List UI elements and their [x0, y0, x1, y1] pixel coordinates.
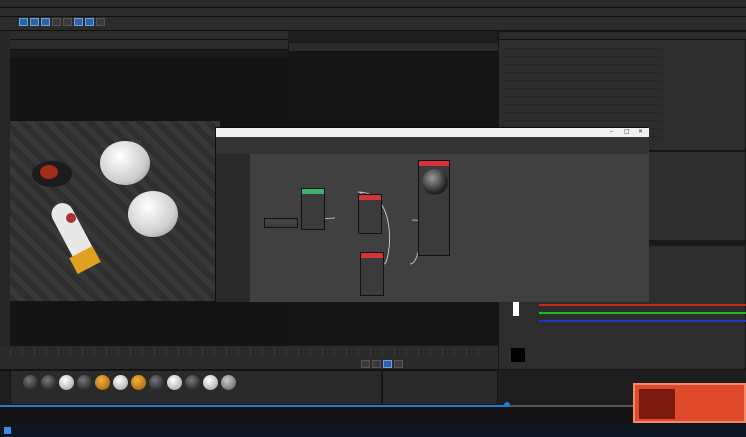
- material-node[interactable]: [418, 160, 450, 256]
- material-thumb[interactable]: [185, 375, 200, 390]
- object-row[interactable]: [505, 97, 661, 105]
- object-row[interactable]: [505, 113, 661, 121]
- rocket-window: [66, 213, 76, 223]
- left-toolbar: [0, 31, 10, 371]
- material-thumb[interactable]: [131, 375, 146, 390]
- viewer-menu[interactable]: [10, 31, 288, 40]
- color-preview: [513, 302, 519, 316]
- tool-button[interactable]: [52, 18, 61, 26]
- object-row[interactable]: [505, 65, 661, 73]
- object-row[interactable]: [505, 89, 661, 97]
- material-manager[interactable]: [10, 370, 382, 405]
- render-button[interactable]: [74, 18, 83, 26]
- object-row[interactable]: [505, 41, 661, 49]
- material-thumb[interactable]: [95, 375, 110, 390]
- node-canvas[interactable]: [250, 154, 649, 302]
- material-thumb[interactable]: [221, 375, 236, 390]
- timeline-ruler[interactable]: [10, 348, 490, 356]
- material-thumb[interactable]: [77, 375, 92, 390]
- tool-button[interactable]: [96, 18, 105, 26]
- input-node[interactable]: [264, 218, 298, 228]
- object-row[interactable]: [505, 81, 661, 89]
- minimize-icon[interactable]: –: [610, 128, 613, 135]
- windows-start-icon[interactable]: [4, 427, 11, 434]
- green-channel-slider[interactable]: [539, 312, 746, 314]
- render-image: [10, 121, 220, 301]
- white-sphere-bottom: [128, 191, 178, 237]
- tool-scale-icon[interactable]: [30, 18, 39, 26]
- tool-rotate-icon[interactable]: [41, 18, 50, 26]
- gradient-node[interactable]: [360, 252, 384, 296]
- windows-taskbar: [0, 424, 746, 437]
- blue-channel-slider[interactable]: [539, 320, 746, 322]
- menu-bar[interactable]: [0, 8, 746, 17]
- viewport-menu[interactable]: [289, 43, 499, 52]
- material-thumb[interactable]: [23, 375, 38, 390]
- red-channel-slider[interactable]: [539, 304, 746, 306]
- material-thumb[interactable]: [59, 375, 74, 390]
- object-row[interactable]: [505, 105, 661, 113]
- main-toolbar: [0, 17, 746, 31]
- close-icon[interactable]: ✕: [638, 128, 643, 135]
- render-settings-icon[interactable]: [85, 18, 94, 26]
- record-icon[interactable]: [383, 360, 392, 368]
- material-thumb[interactable]: [203, 375, 218, 390]
- viewer-status-line: [10, 50, 288, 58]
- object-row[interactable]: [505, 49, 661, 57]
- node-list[interactable]: [216, 154, 250, 302]
- material-thumb[interactable]: [113, 375, 128, 390]
- maximize-icon[interactable]: □: [624, 128, 630, 135]
- badge-thumbnail: [639, 389, 675, 419]
- object-row[interactable]: [505, 73, 661, 81]
- node-editor-window[interactable]: – □ ✕: [215, 127, 649, 302]
- node-editor-toolbar: [216, 137, 649, 154]
- mix-node[interactable]: [358, 194, 382, 234]
- node-editor-titlebar: – □ ✕: [216, 128, 649, 137]
- object-row[interactable]: [505, 57, 661, 65]
- tool-move-icon[interactable]: [19, 18, 28, 26]
- red-light: [40, 165, 58, 179]
- tool-button[interactable]: [63, 18, 72, 26]
- viewer-toolbar: [10, 40, 288, 50]
- step-icon[interactable]: [372, 360, 381, 368]
- material-thumb[interactable]: [41, 375, 56, 390]
- white-sphere-top: [100, 141, 150, 185]
- color-preview-black: [511, 348, 525, 362]
- layer-strip: [649, 240, 746, 246]
- material-preview-sphere: [422, 169, 448, 195]
- material-thumb[interactable]: [167, 375, 182, 390]
- material-thumb[interactable]: [149, 375, 164, 390]
- tutorial-overlay-badge: [633, 383, 746, 423]
- playback-controls: [360, 359, 480, 368]
- object-manager-menu[interactable]: [499, 32, 746, 40]
- play-icon[interactable]: [361, 360, 370, 368]
- keyframe-icon[interactable]: [394, 360, 403, 368]
- title-bar: [0, 0, 746, 8]
- timeline[interactable]: [0, 346, 498, 370]
- texture-node[interactable]: [301, 188, 325, 230]
- coordinates-panel[interactable]: [382, 370, 498, 405]
